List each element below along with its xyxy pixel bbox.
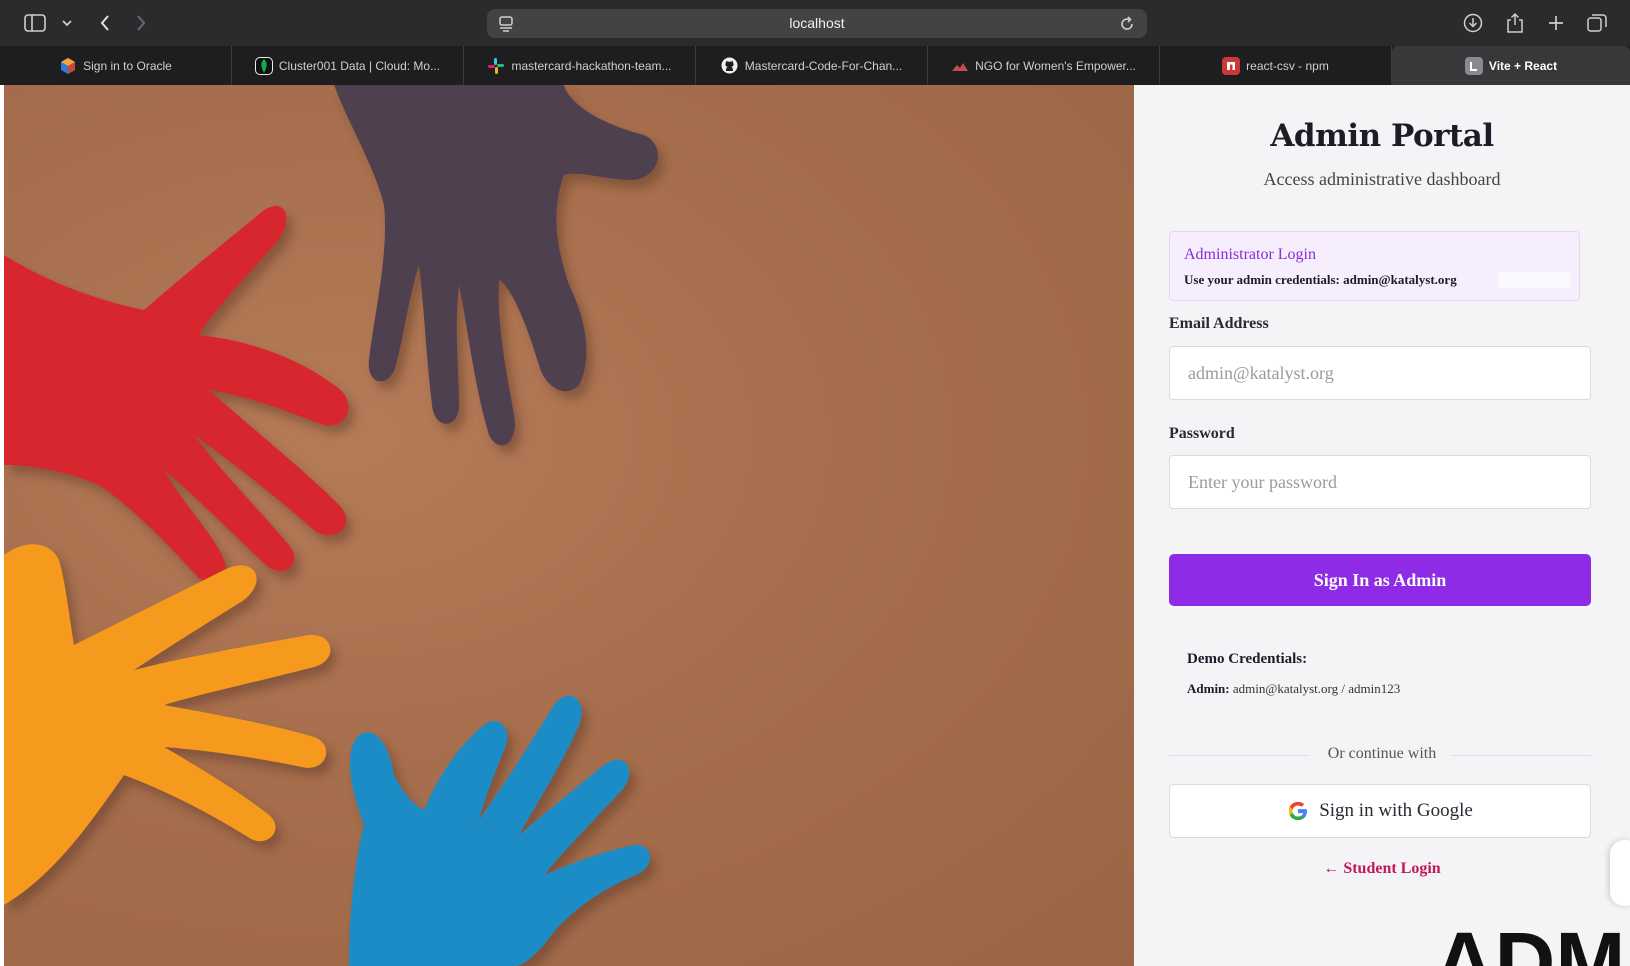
google-sign-in-button[interactable]: Sign in with Google <box>1169 784 1591 838</box>
page-subtitle: Access administrative dashboard <box>1263 169 1501 189</box>
npm-icon <box>1222 56 1241 75</box>
tab-oracle[interactable]: Sign in to Oracle <box>0 46 232 85</box>
tab-ngo[interactable]: NGO for Women's Empower... <box>928 46 1160 85</box>
tab-label: Sign in to Oracle <box>83 58 172 73</box>
page-title: Admin Portal <box>1270 118 1494 154</box>
email-field[interactable] <box>1169 346 1591 400</box>
tab-label: NGO for Women's Empower... <box>975 58 1136 73</box>
password-label: Password <box>1169 425 1235 442</box>
reload-icon[interactable] <box>1117 14 1137 34</box>
red-hand-shape <box>4 205 349 583</box>
url-text: localhost <box>789 15 845 31</box>
tab-overview-icon[interactable] <box>1584 10 1610 36</box>
blue-hand-shape <box>349 695 651 966</box>
demo-credentials-value: admin@katalyst.org / admin123 <box>1232 681 1401 696</box>
hands-illustration <box>4 85 658 966</box>
downloads-icon[interactable] <box>1460 10 1486 36</box>
tab-npm[interactable]: react-csv - npm <box>1160 46 1392 85</box>
oracle-icon <box>59 57 77 75</box>
password-field[interactable] <box>1169 455 1591 509</box>
student-login-link[interactable]: ← Student Login <box>1134 860 1630 878</box>
chevron-down-icon[interactable] <box>54 10 80 36</box>
sign-in-admin-button[interactable]: Sign In as Admin <box>1169 554 1591 606</box>
back-icon[interactable] <box>92 10 118 36</box>
github-icon <box>721 57 739 75</box>
edge-handle[interactable] <box>1610 840 1630 906</box>
forward-icon[interactable] <box>128 10 154 36</box>
site-icon <box>951 57 969 75</box>
share-icon[interactable] <box>1502 10 1528 36</box>
hero-image <box>4 85 1134 966</box>
purple-hand-shape <box>334 85 658 446</box>
info-title: Administrator Login <box>1184 246 1316 263</box>
divider-text: Or continue with <box>1327 745 1437 762</box>
tab-vite-react[interactable]: Vite + React <box>1392 46 1630 85</box>
address-bar[interactable]: localhost <box>487 9 1147 38</box>
sidebar-toggle-icon[interactable] <box>22 10 48 36</box>
mongodb-icon <box>254 56 273 75</box>
browser-toolbar: localhost <box>0 0 1630 46</box>
tab-label: react-csv - npm <box>1246 58 1329 73</box>
tab-label: Vite + React <box>1488 58 1558 73</box>
vite-icon <box>1464 56 1483 75</box>
demo-credentials-line: Admin: admin@katalyst.org / admin123 <box>1187 681 1400 697</box>
overlay-heading: ADM <box>1434 915 1626 966</box>
slack-icon <box>487 57 505 75</box>
google-icon <box>1289 801 1308 821</box>
demo-credentials-title: Demo Credentials: <box>1187 651 1308 667</box>
info-box: Administrator Login Use your admin crede… <box>1169 231 1580 301</box>
tab-github[interactable]: Mastercard-Code-For-Chan... <box>696 46 928 85</box>
tab-label: mastercard-hackathon-team... <box>511 58 672 73</box>
new-tab-icon[interactable] <box>1543 10 1569 36</box>
tab-mongodb[interactable]: Cluster001 Data | Cloud: Mo... <box>232 46 464 85</box>
tab-strip: Sign in to Oracle Cluster001 Data | Clou… <box>0 46 1630 85</box>
tab-label: Cluster001 Data | Cloud: Mo... <box>278 58 441 73</box>
demo-role-label: Admin: <box>1187 681 1230 696</box>
tab-slack[interactable]: mastercard-hackathon-team... <box>464 46 696 85</box>
orange-hand-shape <box>4 544 331 905</box>
redaction-block <box>1498 272 1570 288</box>
tab-label: Mastercard-Code-For-Chan... <box>744 58 903 73</box>
login-panel: Admin Portal Access administrative dashb… <box>1134 85 1630 966</box>
info-text: Use your admin credentials: admin@kataly… <box>1184 272 1457 287</box>
email-label: Email Address <box>1169 315 1269 332</box>
google-sign-in-label: Sign in with Google <box>1319 800 1473 821</box>
